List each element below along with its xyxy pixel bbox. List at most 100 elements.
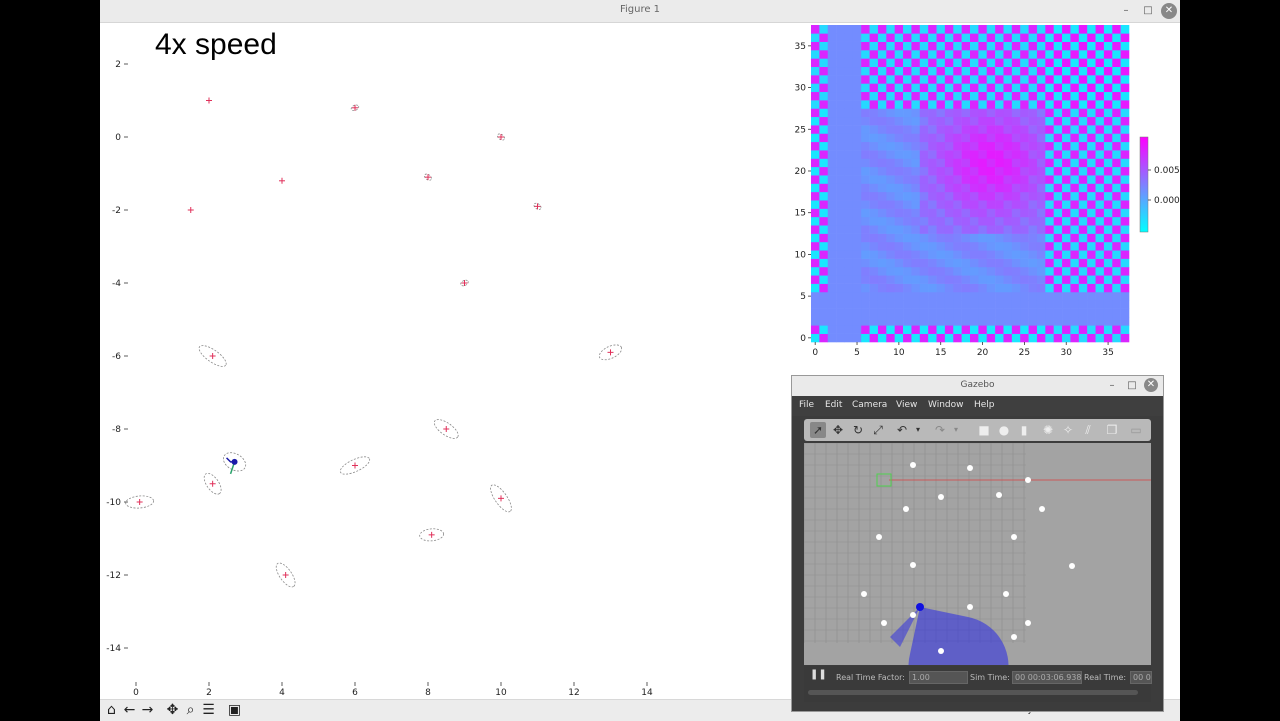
heatmap-cell [1020,108,1029,118]
heatmap-cell [1078,216,1088,226]
heatmap-x-tick-label: 25 [1019,348,1030,358]
heatmap-cell [844,75,854,84]
menu-file[interactable]: File [799,400,814,410]
x-tick-label: 14 [641,688,653,698]
heatmap-cell [1087,175,1096,184]
heatmap-cell [869,225,879,234]
maximize-icon[interactable]: □ [1140,3,1156,19]
menu-edit[interactable]: Edit [825,400,842,410]
back-icon[interactable]: ← [121,702,138,719]
menu-help[interactable]: Help [974,400,995,410]
heatmap-cell [1078,308,1088,318]
select-icon[interactable]: ➚ [810,422,826,438]
figure-titlebar[interactable]: Figure 1 – □ ✕ [100,0,1180,23]
heatmap-cell [1020,308,1029,318]
menu-window[interactable]: Window [928,400,964,410]
home-icon[interactable]: ⌂ [103,702,120,719]
sun-icon[interactable]: ✺ [1040,422,1056,438]
box-icon[interactable]: ■ [976,422,992,438]
heatmap-cell [861,50,870,59]
heatmap-cell [1028,208,1038,218]
close-icon[interactable]: ✕ [1161,3,1177,19]
heatmap-cell [1045,250,1054,259]
landmark-cylinder [1003,591,1009,597]
heatmap-cell [811,275,820,284]
heatmap-cell [928,291,937,301]
robot-pose [231,458,238,465]
translate-icon[interactable]: ✥ [830,422,846,438]
heatmap-cell [819,200,829,209]
heatmap-cell [944,333,954,343]
pause-icon[interactable]: ❚❚ [810,669,827,680]
undo-icon[interactable]: ↶ [894,422,910,438]
heatmap-cell [1095,325,1105,334]
heatmap-cell [953,291,962,301]
forward-icon[interactable]: → [139,702,156,719]
redo-dropdown-icon[interactable]: ▾ [948,422,964,438]
heatmap-cell [852,75,862,84]
landmark-cylinder [938,648,944,654]
heatmap-y-tick-label: 30 [795,84,807,94]
redo-icon[interactable]: ↷ [932,422,948,438]
heatmap-cell [819,108,829,118]
heatmap-cell [1020,175,1029,184]
heatmap-cell [928,25,937,34]
heatmap-cell [1020,200,1029,209]
heatmap-cell [1011,158,1021,168]
point-light-icon[interactable]: ✧ [1060,422,1076,438]
scale-icon[interactable]: ⤢ [870,422,886,438]
heatmap-cell [1062,183,1071,193]
pan-icon[interactable]: ✥ [164,702,181,719]
heatmap-cell [827,283,837,293]
heatmap-cell [919,25,929,34]
heatmap-cell [819,191,829,201]
gazebo-titlebar[interactable]: Gazebo – □ ✕ [792,376,1163,396]
copy-icon[interactable]: ❐ [1104,422,1120,438]
save-icon[interactable]: ▣ [226,702,243,719]
heatmap-cell [886,241,895,251]
scrollbar[interactable] [808,690,1138,695]
heatmap-cell [970,333,979,343]
heatmap-cell [1020,275,1029,284]
heatmap-cell [995,33,1004,42]
heatmap-cell [1011,75,1021,84]
configure-icon[interactable]: ☰ [200,702,217,719]
heatmap-cell [919,233,929,243]
heatmap-cell [1003,233,1013,243]
directional-light-icon[interactable]: ⫽ [1080,422,1096,438]
heatmap-cell [1053,233,1063,243]
gazebo-maximize-icon[interactable]: □ [1124,378,1140,394]
cylinder-icon[interactable]: ▮ [1016,422,1032,438]
heatmap-cell [1028,316,1038,326]
scatter-plot[interactable]: -20246810121420-2-4-6-8-10-12-14 [100,22,790,698]
heatmap-cell [1028,308,1038,318]
menu-camera[interactable]: Camera [852,400,887,410]
heatmap-cell [869,200,879,209]
heatmap-cell [911,125,921,134]
gazebo-3d-scene[interactable] [804,443,1151,665]
heatmap-cell [970,283,979,293]
rotate-icon[interactable]: ↻ [850,422,866,438]
heatmap-cell [928,125,937,134]
gazebo-minimize-icon[interactable]: – [1104,378,1120,394]
heatmap-cell [1112,216,1121,226]
undo-dropdown-icon[interactable]: ▾ [910,422,926,438]
minimize-icon[interactable]: – [1118,3,1134,19]
heatmap-cell [886,41,895,51]
heatmap-cell [877,100,887,109]
gazebo-close-icon[interactable]: ✕ [1144,378,1158,392]
heatmap-cell [1103,225,1113,234]
heatmap-cell [1053,133,1063,143]
heatmap-cell [1070,108,1080,118]
heatmap-cell [961,258,971,268]
robot-model [916,603,924,611]
heatmap-cell [844,83,854,93]
heatmap-cell [1045,333,1054,343]
sphere-icon[interactable]: ● [996,422,1012,438]
paste-icon[interactable]: ▭ [1128,422,1144,438]
menu-view[interactable]: View [896,400,917,410]
zoom-icon[interactable]: ⌕ [182,702,199,719]
heatmap-cell [903,300,912,309]
heatmap-cell [911,41,921,51]
heatmap-cell [836,200,845,209]
